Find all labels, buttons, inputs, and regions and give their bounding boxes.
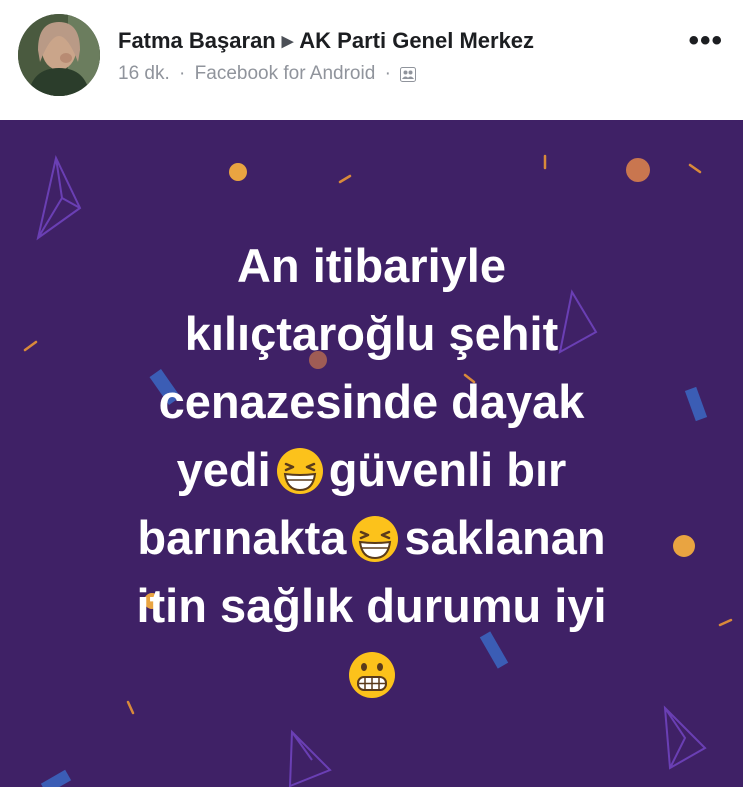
right-triangle-icon: ▶: [281, 33, 294, 50]
post-text-fragment: yedi: [176, 443, 271, 496]
grinning-squinting-face-icon: [350, 514, 400, 564]
post-text-line: barınakta saklanan: [40, 504, 703, 572]
grimacing-face-icon: [347, 650, 397, 700]
post-text-fragment: güvenli bır: [328, 443, 567, 496]
avatar[interactable]: [18, 14, 100, 96]
post-text-fragment: barınakta: [137, 511, 347, 564]
grinning-squinting-face-icon: [275, 446, 325, 496]
post-header: Fatma Başaran ▶ AK Parti Genel Merkez 16 d…: [0, 0, 743, 120]
post-text-line: [40, 640, 703, 708]
avatar-image: [18, 14, 100, 96]
post-text: An itibariyle kılıçtaroğlu şehit cenazes…: [40, 232, 703, 708]
more-options-button[interactable]: •••: [688, 24, 723, 58]
post-text-line: itin sağlık durumu iyi: [136, 579, 607, 632]
post-time[interactable]: 16 dk.: [118, 63, 170, 84]
text-post-card: An itibariyle kılıçtaroğlu şehit cenazes…: [0, 120, 743, 787]
friends-audience-icon[interactable]: [400, 66, 417, 88]
meta-separator: ·: [384, 63, 391, 84]
post-meta: 16 dk. · Facebook for Android ·: [118, 63, 417, 88]
post-app: Facebook for Android: [194, 63, 376, 84]
post-text-line: kılıçtaroğlu şehit: [184, 307, 559, 360]
post-text-fragment: saklanan: [404, 511, 606, 564]
post-text-line: cenazesinde dayak: [158, 375, 585, 428]
target-page-name[interactable]: AK Parti Genel Merkez: [299, 28, 534, 53]
author-line: Fatma Başaran ▶ AK Parti Genel Merkez: [118, 28, 534, 54]
post-text-line: yedi güvenli bır: [40, 436, 703, 504]
meta-separator: ·: [179, 63, 186, 84]
author-name[interactable]: Fatma Başaran: [118, 28, 276, 53]
post-text-line: An itibariyle: [236, 239, 506, 292]
